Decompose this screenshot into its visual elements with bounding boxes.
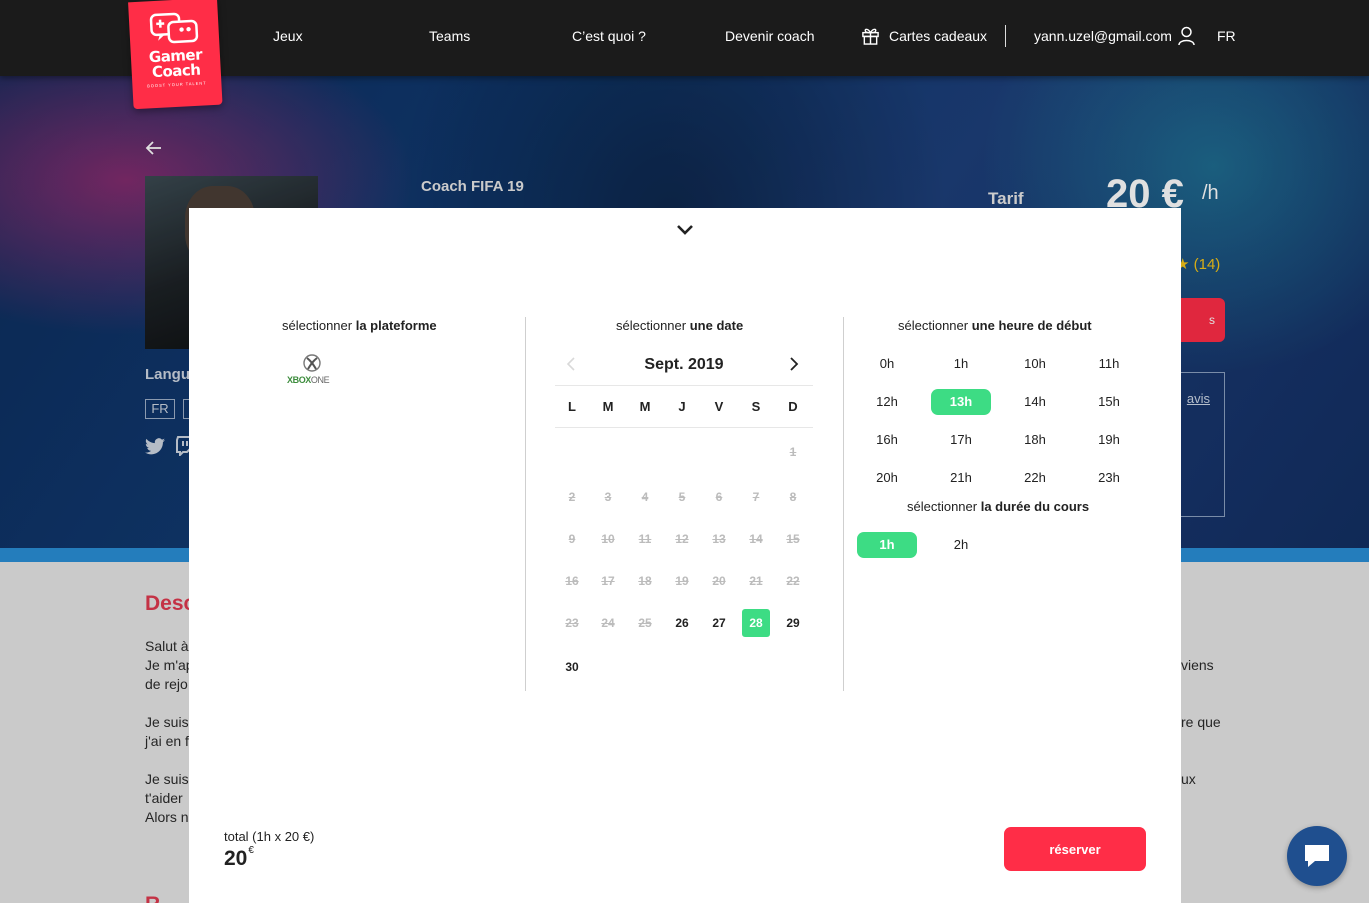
nav-link-teams[interactable]: Teams — [429, 27, 470, 45]
calendar-day: 22 — [786, 574, 800, 588]
calendar-day: 10 — [601, 532, 615, 546]
chat-icon — [1305, 845, 1329, 867]
gamepad-chat-icon — [149, 12, 198, 44]
calendar-day: 2 — [568, 490, 576, 504]
duration-option[interactable]: 1h — [857, 532, 917, 558]
time-slot[interactable]: 13h — [931, 389, 991, 415]
time-slot[interactable]: 20h — [857, 465, 917, 491]
calendar-day: 13 — [712, 532, 726, 546]
reserve-button[interactable]: réserver — [1004, 827, 1146, 871]
time-slot[interactable]: 16h — [857, 427, 917, 453]
nav-link-jeux[interactable]: Jeux — [273, 27, 303, 45]
total-value: 20€ — [224, 845, 254, 870]
calendar-day: 19 — [675, 574, 689, 588]
calendar-day[interactable]: 30 — [558, 653, 586, 681]
time-slot[interactable]: 23h — [1079, 465, 1139, 491]
calendar-day: 18 — [638, 574, 652, 588]
calendar-day: 8 — [789, 490, 797, 504]
weekday-label: J — [678, 399, 686, 414]
duration-option[interactable]: 2h — [931, 532, 991, 558]
calendar-day[interactable]: 29 — [779, 609, 807, 637]
calendar-day[interactable]: 27 — [705, 609, 733, 637]
time-slot[interactable]: 10h — [1005, 351, 1065, 377]
booking-modal: sélectionner la plateforme XBOXONE sélec… — [189, 208, 1181, 903]
time-slot[interactable]: 0h — [857, 351, 917, 377]
platform-label: XBOXONE — [287, 375, 330, 385]
time-slot[interactable]: 19h — [1079, 427, 1139, 453]
logo-text-coach: Coach — [151, 60, 201, 82]
calendar-day: 12 — [675, 532, 689, 546]
time-slot[interactable]: 14h — [1005, 389, 1065, 415]
total-label: total (1h x 20 €) — [224, 829, 315, 844]
weekday-label: D — [788, 399, 798, 414]
calendar-day: 6 — [715, 490, 723, 504]
user-email[interactable]: yann.uzel@gmail.com — [1034, 27, 1172, 45]
time-slot[interactable]: 1h — [931, 351, 991, 377]
calendar-day: 4 — [641, 490, 649, 504]
column-divider — [843, 317, 844, 691]
nav-divider — [1005, 25, 1006, 47]
date-section-title: sélectionner une date — [616, 318, 744, 333]
calendar-day: 15 — [786, 532, 800, 546]
weekday-label: M — [639, 399, 651, 414]
column-divider — [525, 317, 526, 691]
calendar-month-label: Sept. 2019 — [644, 356, 724, 373]
calendar-day: 21 — [749, 574, 763, 588]
calendar-day: 17 — [601, 574, 615, 588]
platform-option-xbox-one[interactable]: XBOXONE — [287, 354, 339, 386]
time-slot[interactable]: 21h — [931, 465, 991, 491]
calendar-day[interactable]: 26 — [668, 609, 696, 637]
time-slot[interactable]: 18h — [1005, 427, 1065, 453]
calendar-day: 14 — [749, 532, 763, 546]
duration-section-title: sélectionner la durée du cours — [907, 499, 1090, 514]
calendar-divider — [555, 427, 813, 428]
weekday-label: S — [751, 399, 761, 414]
time-slot[interactable]: 22h — [1005, 465, 1065, 491]
language-switch[interactable]: FR — [1217, 27, 1236, 45]
weekday-label: L — [568, 399, 576, 414]
weekday-label: V — [714, 399, 724, 414]
calendar-day: 9 — [568, 532, 576, 546]
nav-link-devenir-coach[interactable]: Devenir coach — [725, 27, 815, 45]
calendar-divider — [555, 385, 813, 386]
time-slot[interactable]: 12h — [857, 389, 917, 415]
start-time-section-title: sélectionner une heure de début — [898, 318, 1092, 333]
calendar-day: 7 — [752, 490, 760, 504]
user-icon[interactable] — [1178, 26, 1195, 51]
calendar-day[interactable]: 28 — [742, 609, 770, 637]
calendar-day: 1 — [789, 445, 797, 459]
calendar-day: 23 — [565, 616, 579, 630]
time-slot[interactable]: 17h — [931, 427, 991, 453]
gamercoach-logo[interactable]: Gamer Coach BOOST YOUR TALENT — [128, 0, 223, 110]
time-slot[interactable]: 11h — [1079, 351, 1139, 377]
calendar-day: 5 — [678, 490, 686, 504]
calendar-day: 25 — [638, 616, 652, 630]
xbox-icon — [303, 354, 321, 372]
chevron-left-icon[interactable] — [566, 356, 576, 377]
chevron-right-icon[interactable] — [789, 356, 799, 377]
calendar-day: 24 — [601, 616, 615, 630]
calendar-day: 16 — [565, 574, 579, 588]
time-slot[interactable]: 15h — [1079, 389, 1139, 415]
gift-icon[interactable] — [861, 26, 880, 50]
nav-link-cartes-cadeaux[interactable]: Cartes cadeaux — [889, 27, 987, 45]
chevron-down-icon[interactable] — [675, 222, 695, 241]
platform-section-title: sélectionner la plateforme — [282, 318, 437, 333]
calendar-day: 11 — [638, 532, 652, 546]
nav-link-cest-quoi[interactable]: C’est quoi ? — [572, 27, 646, 45]
chat-button[interactable] — [1287, 826, 1347, 886]
logo-tagline: BOOST YOUR TALENT — [147, 80, 207, 89]
calendar-day: 3 — [604, 490, 612, 504]
weekday-label: M — [602, 399, 614, 414]
calendar-day: 20 — [712, 574, 726, 588]
